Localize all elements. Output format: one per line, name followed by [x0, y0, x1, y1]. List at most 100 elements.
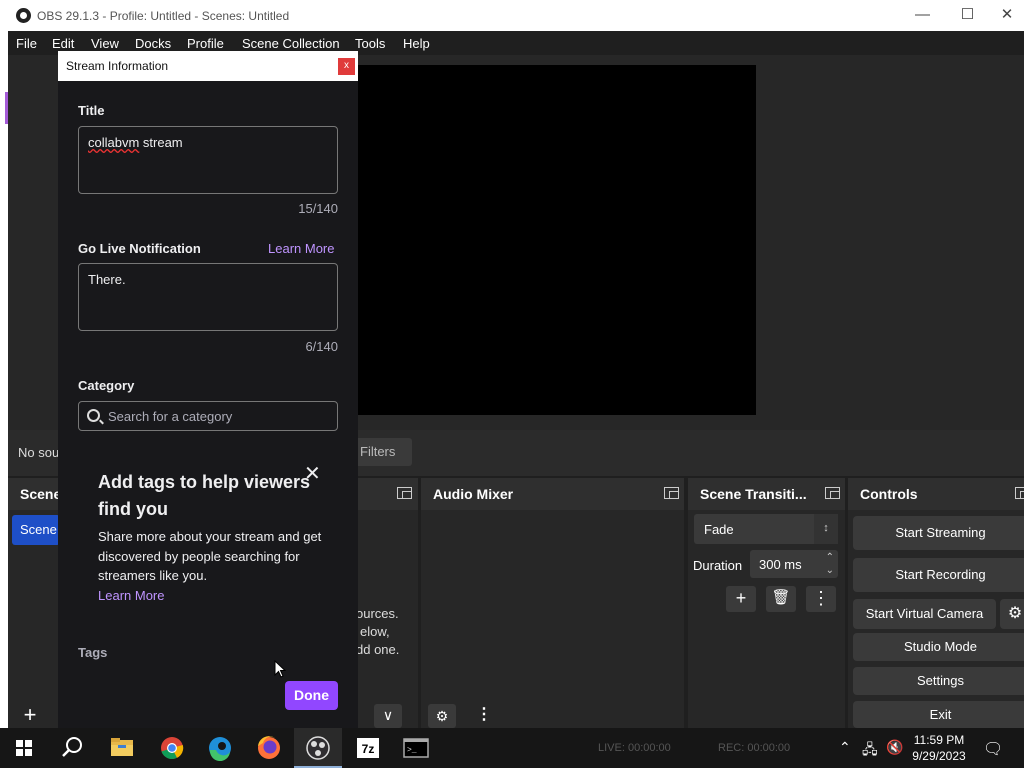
controls-dock-header: Controls	[848, 478, 1024, 510]
firefox-icon[interactable]	[245, 728, 293, 768]
title-misspelled-word: collabvm	[88, 135, 140, 150]
start-virtual-camera-label: Start Virtual Camera	[865, 606, 984, 621]
sources-hint-line-2: elow,	[360, 624, 390, 639]
dialog-close-button[interactable]: x	[338, 58, 355, 75]
terminal-icon[interactable]: >_	[392, 728, 440, 768]
scenes-dock-title: Scene	[20, 486, 62, 502]
menu-tools[interactable]: Tools	[355, 36, 385, 51]
done-button[interactable]: Done	[285, 681, 338, 710]
scene-transitions-title: Scene Transiti...	[700, 486, 807, 502]
controls-float-icon[interactable]	[1015, 487, 1024, 499]
menu-help[interactable]: Help	[403, 36, 430, 51]
audio-mixer-gear-icon[interactable]: ⚙	[428, 704, 456, 728]
duration-label: Duration	[693, 558, 743, 573]
audio-mixer-float-icon[interactable]	[664, 487, 679, 499]
scene-transitions-dock-header: Scene Transiti...	[688, 478, 845, 510]
chrome-icon[interactable]	[148, 728, 196, 768]
tags-promo-learn-more-link[interactable]: Learn More	[98, 586, 334, 605]
go-live-learn-more-link[interactable]: Learn More	[268, 241, 334, 256]
exit-button[interactable]: Exit	[853, 701, 1024, 728]
tray-chevron-up-icon[interactable]: ⌃	[839, 739, 851, 756]
tags-promo-title: Add tags to help viewers find you	[98, 472, 311, 519]
windows-start-icon[interactable]	[0, 728, 48, 768]
maximize-button[interactable]: ☐	[945, 0, 990, 31]
category-search-input[interactable]: Search for a category	[78, 401, 338, 431]
window-titlebar: OBS 29.1.3 - Profile: Untitled - Scenes:…	[0, 0, 1024, 31]
dialog-title: Stream Information	[66, 59, 169, 73]
transition-kebab-icon[interactable]: ⋮	[806, 586, 836, 612]
start-streaming-button[interactable]: Start Streaming	[853, 516, 1024, 550]
settings-button[interactable]: Settings	[853, 667, 1024, 695]
volume-muted-icon[interactable]: 🔇	[886, 739, 903, 756]
transition-select-value: Fade	[704, 522, 734, 537]
left-window-edge	[0, 31, 8, 728]
add-transition-button[interactable]: +	[726, 586, 756, 612]
search-taskbar-icon[interactable]	[48, 728, 96, 768]
delete-transition-trash-icon[interactable]: 🗑	[766, 586, 796, 612]
filters-button[interactable]: Filters	[354, 438, 412, 466]
notification-center-icon[interactable]: 🗨	[983, 739, 1003, 759]
obs-logo-icon	[16, 8, 31, 23]
obs-taskbar-icon[interactable]	[294, 728, 342, 768]
title-textarea[interactable]: collabvm stream	[78, 126, 338, 194]
svg-text:>_: >_	[407, 746, 417, 755]
sources-hint-line-3: dd one.	[356, 642, 400, 657]
menu-edit[interactable]: Edit	[52, 36, 74, 51]
start-recording-button[interactable]: Start Recording	[853, 558, 1024, 592]
scenes-dock-header: Scene	[8, 478, 62, 510]
go-live-notification-text: There.	[88, 272, 126, 287]
mouse-cursor-icon	[274, 660, 286, 678]
scene-list-item[interactable]: Scene	[12, 515, 60, 545]
tags-promo-close-icon[interactable]: ✕	[304, 464, 321, 484]
clock-time: 11:59 PM	[913, 733, 965, 747]
search-icon	[87, 409, 100, 422]
spin-arrows-icon[interactable]: ⌃ ⌄	[826, 551, 834, 577]
menu-view[interactable]: View	[91, 36, 119, 51]
controls-title: Controls	[860, 486, 918, 502]
add-scene-button[interactable]: +	[18, 704, 42, 727]
tags-label: Tags	[78, 645, 108, 660]
taskbar-live-status: LIVE: 00:00:00	[598, 742, 671, 754]
audio-mixer-kebab-icon[interactable]: ⋮	[470, 704, 498, 728]
title-text-rest: stream	[139, 135, 183, 150]
file-explorer-icon[interactable]	[98, 728, 146, 768]
network-icon[interactable]: 🖧	[862, 739, 878, 763]
menu-profile[interactable]: Profile	[187, 36, 224, 51]
7zip-icon[interactable]: 7z	[344, 728, 392, 768]
sources-hint-line-1: ources.	[356, 606, 399, 621]
move-source-down-button[interactable]: ∨	[374, 704, 402, 728]
edge-icon[interactable]	[196, 728, 244, 768]
go-live-char-counter: 6/140	[305, 339, 338, 354]
svg-text:7z: 7z	[362, 742, 375, 756]
no-source-selected-label: No sou	[18, 445, 60, 460]
tags-promo-card: Add tags to help viewers find you Share …	[98, 469, 334, 605]
sources-dock-float-icon[interactable]	[397, 487, 412, 499]
start-virtual-camera-button[interactable]: Start Virtual Camera	[853, 599, 996, 629]
audio-mixer-title: Audio Mixer	[433, 486, 514, 502]
transition-select[interactable]: Fade ↕	[694, 514, 838, 544]
windows-taskbar: 7z >_ LIVE: 00:00:00 REC: 00:00:00 ⌃ 🖧 🔇…	[0, 728, 1024, 768]
taskbar-rec-status: REC: 00:00:00	[718, 742, 791, 754]
go-live-notification-textarea[interactable]: There.	[78, 263, 338, 331]
category-search-placeholder: Search for a category	[108, 409, 233, 424]
close-window-button[interactable]: ✕	[990, 0, 1024, 31]
category-label: Category	[78, 378, 135, 393]
updown-chevron-icon: ↕	[814, 514, 838, 544]
audio-mixer-dock-header: Audio Mixer	[421, 478, 684, 510]
menu-docks[interactable]: Docks	[135, 36, 171, 51]
menu-file[interactable]: File	[16, 36, 37, 51]
title-char-counter: 15/140	[298, 201, 338, 216]
preview-canvas[interactable]	[358, 65, 756, 415]
filters-label: Filters	[360, 444, 396, 459]
menu-scene-collection[interactable]: Scene Collection	[242, 36, 340, 51]
duration-value: 300 ms	[759, 557, 802, 572]
duration-spinbox[interactable]: 300 ms ⌃ ⌄	[750, 550, 838, 578]
go-live-notification-label: Go Live Notification	[78, 241, 201, 256]
stream-information-dialog: Stream Information x Title collabvm stre…	[58, 51, 358, 728]
studio-mode-button[interactable]: Studio Mode	[853, 633, 1024, 661]
taskbar-clock[interactable]: 11:59 PM 9/29/2023	[908, 732, 970, 764]
virtual-camera-gear-icon[interactable]: ⚙	[1000, 599, 1024, 629]
scene-transitions-float-icon[interactable]	[825, 487, 840, 499]
window-title: OBS 29.1.3 - Profile: Untitled - Scenes:…	[37, 9, 290, 23]
minimize-button[interactable]: —	[900, 0, 945, 31]
